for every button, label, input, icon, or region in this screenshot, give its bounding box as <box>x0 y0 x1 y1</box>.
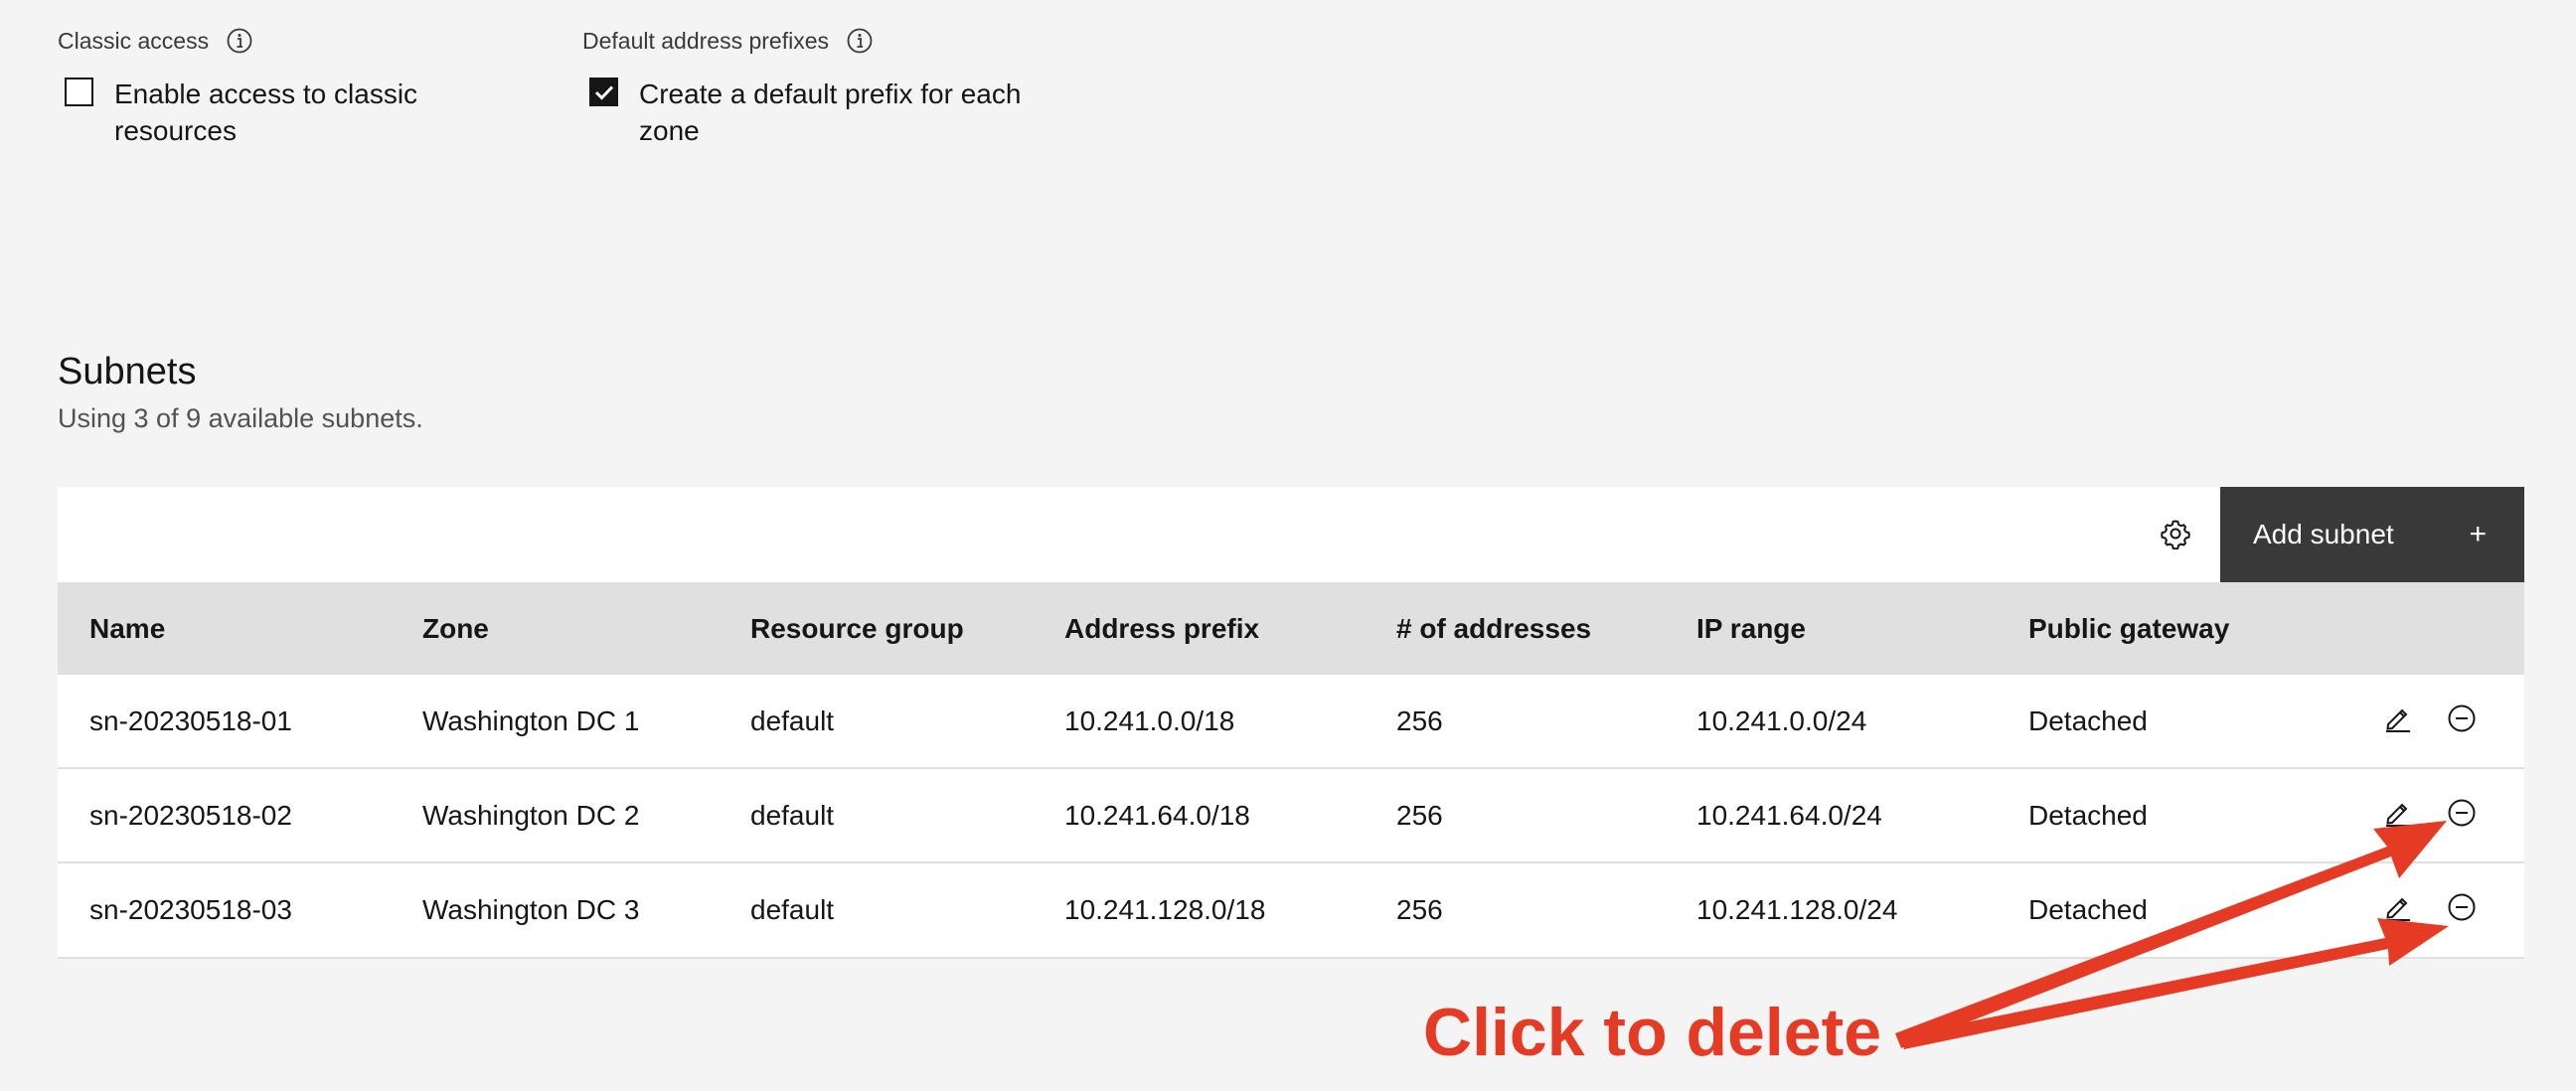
classic-access-checkbox-text-line2: resources <box>114 115 237 146</box>
edit-pencil-icon[interactable] <box>2378 887 2418 927</box>
cell-address-prefix: 10.241.128.0/18 <box>1064 894 1266 925</box>
remove-circle-icon[interactable] <box>2442 699 2482 738</box>
cell-public-gateway: Detached <box>2028 894 2148 925</box>
add-subnet-button[interactable]: Add subnet + <box>2220 487 2524 582</box>
cell-ip-range: 10.241.0.0/24 <box>1696 705 1867 736</box>
cell-num-addresses: 256 <box>1396 705 1443 736</box>
annotation-text: Click to delete <box>1423 995 1882 1070</box>
cell-public-gateway: Detached <box>2028 800 2148 831</box>
column-header-address-prefix[interactable]: Address prefix <box>1064 582 1259 675</box>
subnets-subtitle: Using 3 of 9 available subnets. <box>58 403 423 433</box>
cell-name[interactable]: sn-20230518-01 <box>89 675 292 767</box>
default-prefixes-checkbox-text-line1: Create a default prefix for each <box>639 78 1022 109</box>
gear-icon[interactable] <box>2153 511 2198 556</box>
cell-num-addresses: 256 <box>1396 800 1443 831</box>
classic-access-checkbox[interactable] <box>65 78 93 106</box>
column-header-resource-group[interactable]: Resource group <box>750 582 964 675</box>
checkmark-icon <box>594 84 613 100</box>
info-icon[interactable] <box>847 28 873 54</box>
table-header-row: Name Zone Resource group Address prefix … <box>58 582 2524 675</box>
subnets-title: Subnets <box>58 351 197 392</box>
default-prefixes-checkbox-row[interactable]: Create a default prefix for each zone <box>589 76 1021 149</box>
table-row: sn-20230518-02 Washington DC 2 default 1… <box>58 769 2524 863</box>
column-header-public-gateway[interactable]: Public gateway <box>2028 582 2229 675</box>
classic-access-checkbox-row[interactable]: Enable access to classic resources <box>65 76 417 149</box>
classic-access-label: Classic access <box>58 27 210 54</box>
cell-num-addresses: 256 <box>1396 894 1443 925</box>
remove-circle-icon[interactable] <box>2442 887 2482 927</box>
remove-circle-icon[interactable] <box>2442 793 2482 833</box>
default-prefixes-group: Default address prefixes <box>582 26 873 56</box>
default-prefixes-label: Default address prefixes <box>582 27 830 54</box>
edit-pencil-icon[interactable] <box>2378 793 2418 833</box>
table-row: sn-20230518-03 Washington DC 3 default 1… <box>58 863 2524 959</box>
cell-address-prefix: 10.241.0.0/18 <box>1064 705 1235 736</box>
cell-public-gateway: Detached <box>2028 705 2148 736</box>
plus-icon: + <box>2469 518 2487 550</box>
cell-resource-group: default <box>750 800 835 831</box>
info-icon[interactable] <box>227 28 252 54</box>
cell-resource-group: default <box>750 894 835 925</box>
subnets-table: Name Zone Resource group Address prefix … <box>58 582 2524 959</box>
cell-ip-range: 10.241.128.0/24 <box>1696 894 1898 925</box>
column-header-num-addresses[interactable]: # of addresses <box>1396 582 1591 675</box>
edit-pencil-icon[interactable] <box>2378 699 2418 738</box>
classic-access-group: Classic access <box>58 26 252 56</box>
default-prefixes-checkbox-text-line2: zone <box>639 115 700 146</box>
table-row: sn-20230518-01 Washington DC 1 default 1… <box>58 675 2524 769</box>
cell-name[interactable]: sn-20230518-02 <box>89 769 292 861</box>
default-prefixes-checkbox[interactable] <box>589 78 618 106</box>
cell-zone: Washington DC 2 <box>422 800 640 831</box>
cell-zone: Washington DC 3 <box>422 894 640 925</box>
cell-address-prefix: 10.241.64.0/18 <box>1064 800 1250 831</box>
column-header-name[interactable]: Name <box>89 582 165 675</box>
cell-ip-range: 10.241.64.0/24 <box>1696 800 1882 831</box>
table-toolbar: Add subnet + <box>58 487 2524 582</box>
cell-zone: Washington DC 1 <box>422 705 640 736</box>
column-header-zone[interactable]: Zone <box>422 582 489 675</box>
cell-name[interactable]: sn-20230518-03 <box>89 863 292 956</box>
add-subnet-label: Add subnet <box>2253 519 2394 549</box>
column-header-ip-range[interactable]: IP range <box>1696 582 1806 675</box>
classic-access-checkbox-text-line1: Enable access to classic <box>114 78 418 109</box>
cell-resource-group: default <box>750 705 835 736</box>
